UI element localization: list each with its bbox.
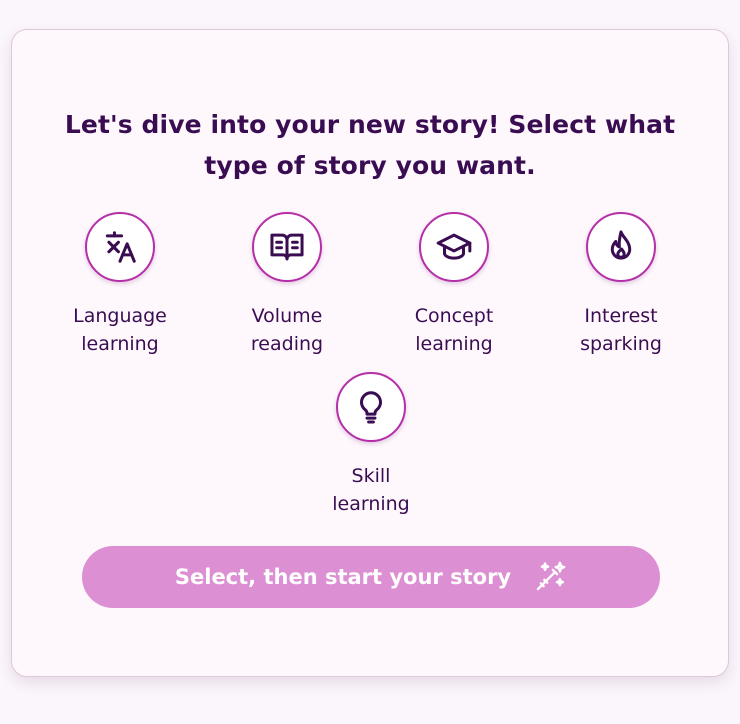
option-interest-sparking[interactable]: Interest sparking	[541, 212, 701, 358]
option-language-learning-button[interactable]	[85, 212, 155, 282]
story-type-card: Let's dive into your new story! Select w…	[11, 29, 729, 677]
option-skill-learning-label: Skill learning	[332, 465, 410, 515]
option-interest-sparking-button[interactable]	[586, 212, 656, 282]
page-title-line-1: Let's dive into your new story! Select w…	[64, 110, 676, 139]
option-language-learning-label: Language learning	[73, 305, 167, 355]
start-story-button[interactable]: Select, then start your story	[82, 546, 660, 608]
option-volume-reading-label: Volume reading	[250, 305, 324, 355]
option-interest-sparking-label: Interest sparking	[580, 305, 662, 355]
option-volume-reading[interactable]: Volume reading	[207, 212, 367, 358]
option-concept-learning-label: Concept learning	[414, 305, 494, 355]
lightbulb-icon	[360, 391, 382, 424]
option-skill-learning[interactable]: Skill learning	[291, 372, 451, 518]
graduation-cap-icon	[436, 233, 472, 260]
option-concept-learning-button[interactable]	[419, 212, 489, 282]
option-concept-learning[interactable]: Concept learning	[374, 212, 534, 358]
option-language-learning[interactable]: Language learning	[40, 212, 200, 358]
start-story-button-label: Select, then start your story	[174, 565, 512, 589]
page-title-line-2: type of story you want.	[204, 151, 536, 180]
book-icon	[270, 233, 304, 261]
page-title: Let's dive into your new story! Select w…	[12, 104, 728, 186]
option-volume-reading-button[interactable]	[252, 212, 322, 282]
magic-wand-icon	[536, 561, 566, 591]
option-skill-learning-button[interactable]	[336, 372, 406, 442]
flame-icon	[610, 230, 632, 260]
translate-icon	[105, 231, 136, 263]
